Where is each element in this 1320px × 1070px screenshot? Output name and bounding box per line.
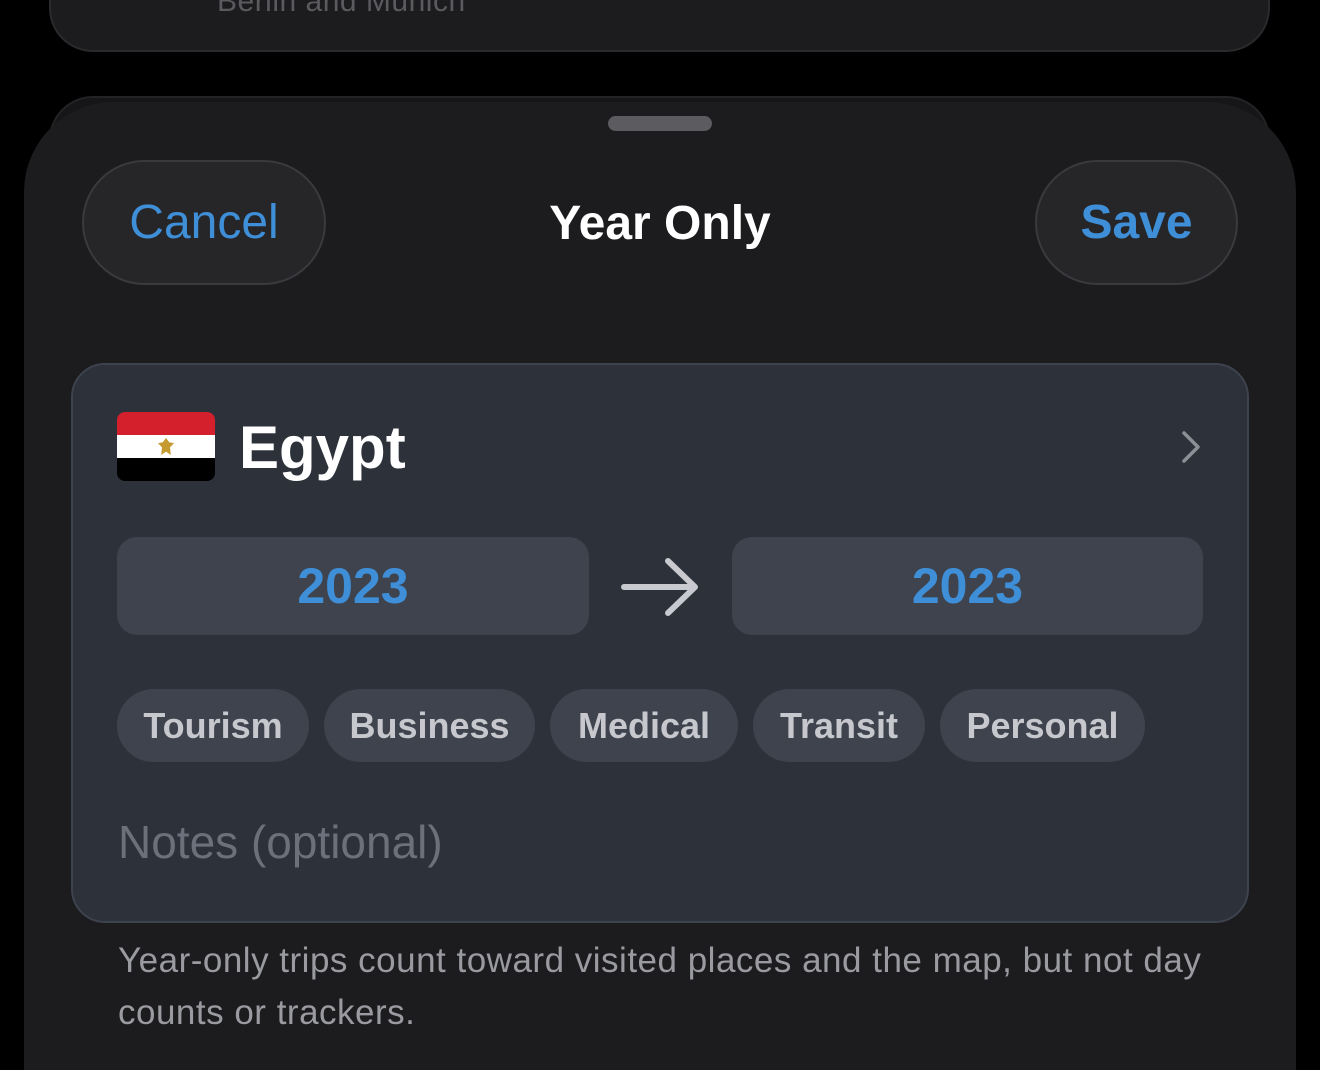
cancel-button[interactable]: Cancel: [82, 160, 326, 285]
category-chip-tourism[interactable]: Tourism: [117, 689, 309, 762]
egypt-flag-icon: [117, 412, 215, 481]
background-trip-card[interactable]: Berlin and Munich: [49, 0, 1270, 52]
country-name[interactable]: Egypt: [239, 413, 406, 482]
category-chip-business[interactable]: Business: [324, 689, 535, 762]
arrow-right-icon: [621, 558, 698, 616]
year-only-info-text: Year-only trips count toward visited pla…: [118, 941, 1202, 1032]
category-chip-transit[interactable]: Transit: [753, 689, 925, 762]
chevron-right-icon[interactable]: [1176, 430, 1206, 464]
screen: Berlin and Munich Cancel Year Only Save …: [0, 0, 1320, 1070]
category-chip-personal[interactable]: Personal: [940, 689, 1145, 762]
notes-input[interactable]: Notes (optional): [118, 815, 1198, 877]
sheet-grabber[interactable]: [608, 116, 712, 131]
page-title: Year Only: [549, 197, 771, 250]
background-trip-subtitle: Berlin and Munich: [217, 0, 466, 18]
end-year-picker[interactable]: 2023: [732, 537, 1203, 635]
start-year-picker[interactable]: 2023: [117, 537, 589, 635]
save-button[interactable]: Save: [1035, 160, 1238, 285]
eagle-of-saladin-icon: [158, 438, 174, 455]
category-chip-medical[interactable]: Medical: [550, 689, 738, 762]
